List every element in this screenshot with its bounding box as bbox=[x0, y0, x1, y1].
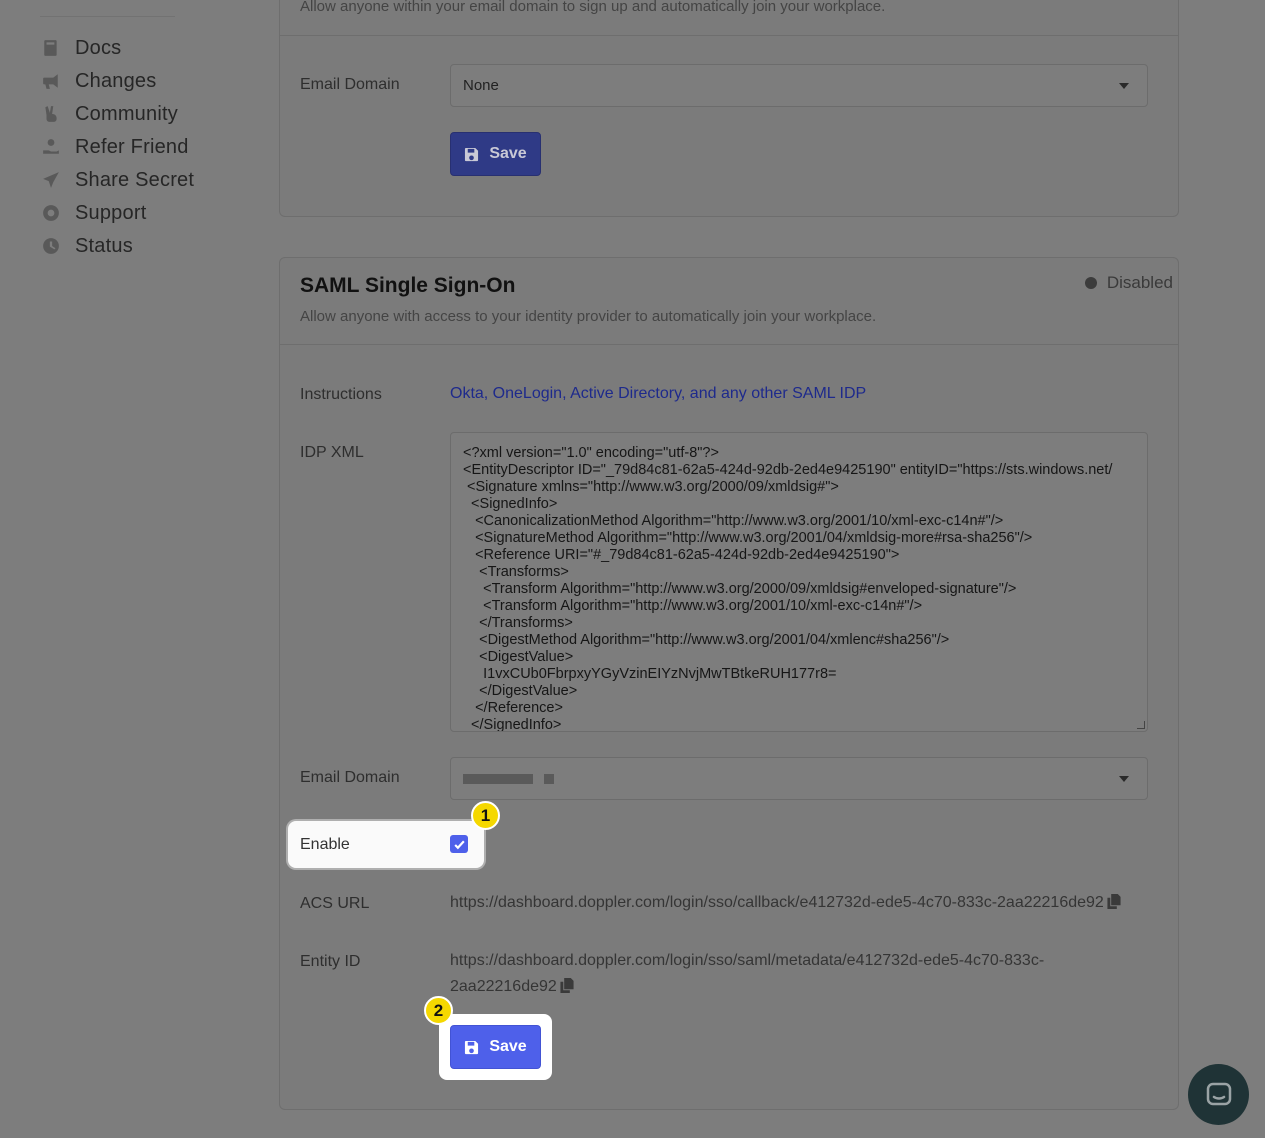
copy-icon[interactable] bbox=[1107, 892, 1121, 909]
card-divider bbox=[280, 344, 1178, 345]
acs-url-value: https://dashboard.doppler.com/login/sso/… bbox=[450, 890, 1121, 916]
xml-line: <CanonicalizationMethod Algorithm="http:… bbox=[463, 513, 1004, 529]
checkmark-icon bbox=[453, 840, 465, 849]
resize-handle[interactable] bbox=[1137, 721, 1145, 729]
xml-line: <Signature xmlns="http://www.w3.org/2000… bbox=[463, 479, 839, 495]
sidebar-divider bbox=[40, 16, 175, 17]
xml-line: <Transform Algorithm="http://www.w3.org/… bbox=[463, 581, 1017, 597]
email-domain-label: Email Domain bbox=[300, 76, 400, 93]
sidebar-item-share-secret[interactable]: Share Secret bbox=[40, 165, 194, 195]
life-ring-icon bbox=[40, 202, 62, 224]
xml-line: </Reference> bbox=[463, 700, 563, 716]
sidebar-item-status[interactable]: Status bbox=[40, 231, 133, 261]
domain-signup-description: Allow anyone within your email domain to… bbox=[300, 0, 886, 15]
saml-email-domain-label: Email Domain bbox=[300, 769, 400, 786]
xml-line: <Transforms> bbox=[463, 564, 569, 580]
email-domain-value: None bbox=[463, 77, 499, 94]
sidebar-item-docs[interactable]: Docs bbox=[40, 33, 121, 63]
acs-url-label: ACS URL bbox=[300, 895, 370, 912]
chevron-down-icon bbox=[1119, 83, 1129, 89]
hand-holding-icon bbox=[40, 136, 62, 158]
card-divider bbox=[280, 35, 1178, 36]
redacted-domain-value bbox=[463, 773, 554, 784]
idp-xml-textarea[interactable]: <?xml version="1.0" encoding="utf-8"?> <… bbox=[450, 432, 1148, 732]
copy-icon[interactable] bbox=[560, 976, 574, 993]
saml-email-domain-select[interactable] bbox=[450, 757, 1148, 800]
saml-description: Allow anyone with access to your identit… bbox=[300, 308, 877, 325]
sidebar-item-refer-friend[interactable]: Refer Friend bbox=[40, 132, 189, 162]
xml-line: <Transform Algorithm="http://www.w3.org/… bbox=[463, 598, 923, 614]
sidebar-item-changes[interactable]: Changes bbox=[40, 66, 156, 96]
sidebar-item-label: Refer Friend bbox=[75, 135, 189, 158]
save-domain-button[interactable]: Save bbox=[450, 132, 541, 176]
xml-line: <?xml version="1.0" encoding="utf-8"?> bbox=[463, 445, 719, 461]
step-2-badge: 2 bbox=[424, 996, 453, 1025]
status-badge: Disabled bbox=[1084, 273, 1173, 293]
floppy-disk-icon bbox=[464, 1040, 479, 1055]
enable-label: Enable bbox=[300, 836, 350, 853]
sidebar-item-community[interactable]: Community bbox=[40, 99, 178, 129]
save-saml-button[interactable]: Save bbox=[450, 1025, 541, 1069]
xml-line: </Transforms> bbox=[463, 615, 573, 631]
sidebar-item-label: Status bbox=[75, 234, 133, 257]
saml-title: SAML Single Sign-On bbox=[300, 274, 516, 297]
enable-checkbox[interactable] bbox=[450, 835, 468, 853]
chevron-down-icon bbox=[1119, 776, 1129, 782]
status-dot-icon bbox=[1084, 277, 1097, 289]
xml-line: <SignedInfo> bbox=[463, 496, 558, 512]
xml-line: <EntityDescriptor ID="_79d84c81-62a5-424… bbox=[463, 462, 1113, 478]
sidebar-item-support[interactable]: Support bbox=[40, 198, 146, 228]
megaphone-icon bbox=[40, 70, 62, 92]
xml-line: <Reference URI="#_79d84c81-62a5-424d-92d… bbox=[463, 547, 900, 563]
instructions-label: Instructions bbox=[300, 386, 382, 403]
sidebar-item-label: Share Secret bbox=[75, 168, 195, 191]
xml-line: <DigestValue> bbox=[463, 649, 574, 665]
entity-id-label: Entity ID bbox=[300, 953, 361, 970]
chat-icon bbox=[1206, 1082, 1231, 1105]
chat-launcher-button[interactable] bbox=[1188, 1064, 1249, 1125]
sidebar-item-label: Docs bbox=[75, 36, 122, 59]
clock-icon bbox=[40, 235, 62, 257]
sidebar-item-label: Community bbox=[75, 102, 178, 125]
floppy-disk-icon bbox=[464, 147, 479, 162]
xml-line: <SignatureMethod Algorithm="http://www.w… bbox=[463, 530, 1033, 546]
book-icon bbox=[40, 37, 62, 59]
paper-plane-icon bbox=[40, 169, 62, 191]
instructions-link[interactable]: Okta, OneLogin, Active Directory, and an… bbox=[450, 385, 866, 403]
entity-id-value: https://dashboard.doppler.com/login/sso/… bbox=[450, 952, 1045, 995]
domain-signup-card bbox=[279, 0, 1179, 217]
idp-xml-label: IDP XML bbox=[300, 444, 364, 461]
xml-line: <DigestMethod Algorithm="http://www.w3.o… bbox=[463, 632, 950, 648]
step-1-badge: 1 bbox=[471, 801, 500, 830]
xml-line: I1vxCUb0FbrpxyYGyVzinEIYzNvjMwTBtkeRUH17… bbox=[463, 666, 837, 682]
sidebar-item-label: Changes bbox=[75, 69, 157, 92]
xml-line: </SignedInfo> bbox=[463, 717, 562, 732]
peace-hand-icon bbox=[40, 103, 62, 125]
email-domain-select[interactable]: None bbox=[450, 64, 1148, 107]
xml-line: </DigestValue> bbox=[463, 683, 578, 699]
sidebar-item-label: Support bbox=[75, 201, 147, 224]
